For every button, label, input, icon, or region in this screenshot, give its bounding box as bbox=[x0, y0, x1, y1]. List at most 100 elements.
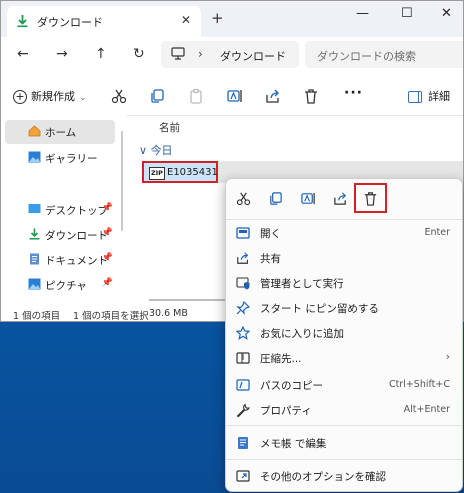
pin-icon: 📌 bbox=[101, 278, 113, 288]
menu-item-properties[interactable]: プロパティ Alt+Enter bbox=[226, 398, 462, 422]
sidebar-item-home[interactable]: ホーム bbox=[5, 120, 115, 144]
new-tab-button[interactable]: + bbox=[211, 9, 224, 27]
menu-separator bbox=[226, 425, 462, 426]
search-placeholder: ダウンロードの検索 bbox=[317, 50, 416, 63]
copy-icon[interactable] bbox=[268, 191, 283, 206]
share-icon[interactable] bbox=[265, 88, 281, 104]
tab-downloads[interactable]: ダウンロード ✕ bbox=[7, 6, 201, 37]
picture-icon bbox=[28, 278, 41, 290]
context-menu-quick-actions bbox=[226, 179, 462, 219]
menu-item-copy-path[interactable]: パスのコピー Ctrl+Shift+C bbox=[226, 373, 462, 397]
gallery-icon bbox=[28, 151, 41, 163]
back-button[interactable]: ← bbox=[17, 46, 29, 62]
selection-count: 1 個の項目を選択 bbox=[73, 311, 149, 322]
menu-item-compress[interactable]: 圧縮先... › bbox=[226, 346, 462, 370]
chevron-down-icon: ∨ bbox=[139, 144, 148, 157]
sidebar-item-label: デスクトップ bbox=[45, 205, 108, 217]
pin-icon: 📌 bbox=[101, 253, 113, 263]
menu-item-add-favorite[interactable]: お気に入りに追加 bbox=[226, 321, 462, 345]
zip-file-icon: ZIP bbox=[149, 167, 165, 180]
menu-item-share[interactable]: 共有 bbox=[226, 246, 462, 270]
new-button[interactable]: + 新規作成 ⌄ bbox=[13, 88, 87, 104]
selection-size: 30.6 MB bbox=[149, 308, 188, 319]
menu-item-label: メモ帳 で編集 bbox=[260, 438, 327, 450]
file-name: E1035431 bbox=[167, 167, 218, 178]
copy-icon[interactable] bbox=[149, 88, 165, 104]
group-label: 今日 bbox=[150, 144, 173, 157]
maximize-button[interactable]: ☐ bbox=[401, 6, 413, 21]
menu-item-open[interactable]: 開く Enter bbox=[226, 221, 462, 245]
file-item-e1035431[interactable]: ZIP E1035431 bbox=[142, 161, 218, 183]
address-bar[interactable]: › ダウンロード bbox=[161, 41, 299, 68]
command-bar: + 新規作成 ⌄ ··· 詳細 bbox=[1, 79, 463, 116]
forward-button[interactable]: → bbox=[56, 46, 68, 62]
details-pane-icon bbox=[408, 91, 422, 103]
item-count: 1 個の項目 bbox=[13, 311, 61, 322]
menu-item-edit-notepad[interactable]: メモ帳 で編集 bbox=[226, 431, 462, 455]
refresh-button[interactable]: ↻ bbox=[133, 46, 145, 62]
delete-icon[interactable] bbox=[303, 88, 319, 104]
breadcrumb-downloads[interactable]: ダウンロード bbox=[220, 48, 286, 64]
menu-item-label: 圧縮先... bbox=[260, 353, 302, 365]
sidebar-item-label: ドキュメント bbox=[45, 255, 108, 267]
sidebar-item-desktop[interactable]: デスクトップ 📌 bbox=[5, 198, 115, 222]
title-bar: ダウンロード ✕ + — ☐ ✕ bbox=[1, 1, 463, 37]
document-icon bbox=[30, 253, 39, 265]
menu-item-label: パスのコピー bbox=[260, 380, 323, 392]
sidebar-item-documents[interactable]: ドキュメント 📌 bbox=[5, 248, 115, 272]
desktop-icon bbox=[28, 204, 41, 213]
rename-icon[interactable] bbox=[227, 88, 243, 104]
menu-item-more-options[interactable]: その他のオプションを確認 bbox=[226, 464, 462, 488]
open-icon bbox=[236, 227, 250, 239]
download-icon bbox=[17, 15, 28, 28]
sidebar-item-label: ピクチャ bbox=[45, 280, 87, 292]
close-window-button[interactable]: ✕ bbox=[441, 6, 452, 21]
up-button[interactable]: ↑ bbox=[95, 46, 107, 62]
column-header-name[interactable]: 名前 bbox=[159, 120, 180, 135]
horizontal-scrollbar[interactable] bbox=[149, 299, 229, 301]
search-input[interactable]: ダウンロードの検索 bbox=[305, 41, 463, 68]
rename-icon[interactable] bbox=[301, 191, 316, 206]
monitor-icon bbox=[171, 47, 185, 60]
sidebar-item-pictures[interactable]: ピクチャ 📌 bbox=[5, 273, 115, 297]
trash-icon bbox=[364, 192, 377, 206]
chevron-down-icon: ⌄ bbox=[79, 93, 87, 103]
group-header-today[interactable]: ∨ 今日 bbox=[139, 142, 173, 158]
delete-button-highlight[interactable] bbox=[354, 183, 387, 213]
menu-item-pin-to-start[interactable]: スタート にピン留めする bbox=[226, 296, 462, 320]
minimize-button[interactable]: — bbox=[356, 6, 369, 21]
menu-shortcut: Ctrl+Shift+C bbox=[388, 379, 450, 390]
paste-icon[interactable] bbox=[188, 88, 204, 104]
menu-item-label: プロパティ bbox=[260, 405, 312, 417]
sidebar-item-label: ダウンロード bbox=[45, 230, 108, 242]
menu-item-label: その他のオプションを確認 bbox=[260, 471, 386, 483]
pin-icon: 📌 bbox=[101, 228, 113, 238]
nav-scrollbar[interactable] bbox=[121, 131, 123, 231]
details-label: 詳細 bbox=[428, 90, 450, 103]
star-icon bbox=[236, 326, 250, 340]
menu-item-run-as-admin[interactable]: 管理者として実行 bbox=[226, 271, 462, 295]
menu-item-label: 共有 bbox=[260, 253, 281, 265]
chevron-right-icon: › bbox=[445, 350, 450, 363]
sidebar-item-downloads[interactable]: ダウンロード 📌 bbox=[5, 223, 115, 247]
menu-separator bbox=[226, 219, 462, 220]
menu-item-label: 開く bbox=[260, 228, 281, 240]
sidebar-item-label: ギャラリー bbox=[45, 153, 98, 165]
details-button[interactable]: 詳細 bbox=[408, 88, 450, 104]
menu-item-label: お気に入りに追加 bbox=[260, 328, 344, 340]
plus-icon: + bbox=[13, 90, 27, 104]
menu-item-label: 管理者として実行 bbox=[260, 278, 344, 290]
navigation-pane: ホーム ギャラリー デスクトップ 📌 ダウンロード 📌 ドキュメント 📌 ピクチ… bbox=[1, 115, 127, 305]
cut-icon[interactable] bbox=[236, 191, 251, 206]
menu-shortcut: Enter bbox=[424, 227, 451, 238]
cut-icon[interactable] bbox=[111, 88, 127, 104]
share-icon[interactable] bbox=[333, 191, 348, 206]
context-menu: 開く Enter 共有 管理者として実行 スタート にピン留めする お気に入りに… bbox=[225, 178, 463, 492]
close-tab-icon[interactable]: ✕ bbox=[181, 13, 191, 27]
shield-icon bbox=[236, 277, 250, 290]
wrench-icon bbox=[236, 403, 250, 417]
address-row: ← → ↑ ↻ › ダウンロード ダウンロードの検索 bbox=[1, 37, 463, 73]
sidebar-item-gallery[interactable]: ギャラリー bbox=[5, 146, 115, 170]
sidebar-item-label: ホーム bbox=[45, 127, 77, 139]
more-options-button[interactable]: ··· bbox=[344, 85, 363, 101]
